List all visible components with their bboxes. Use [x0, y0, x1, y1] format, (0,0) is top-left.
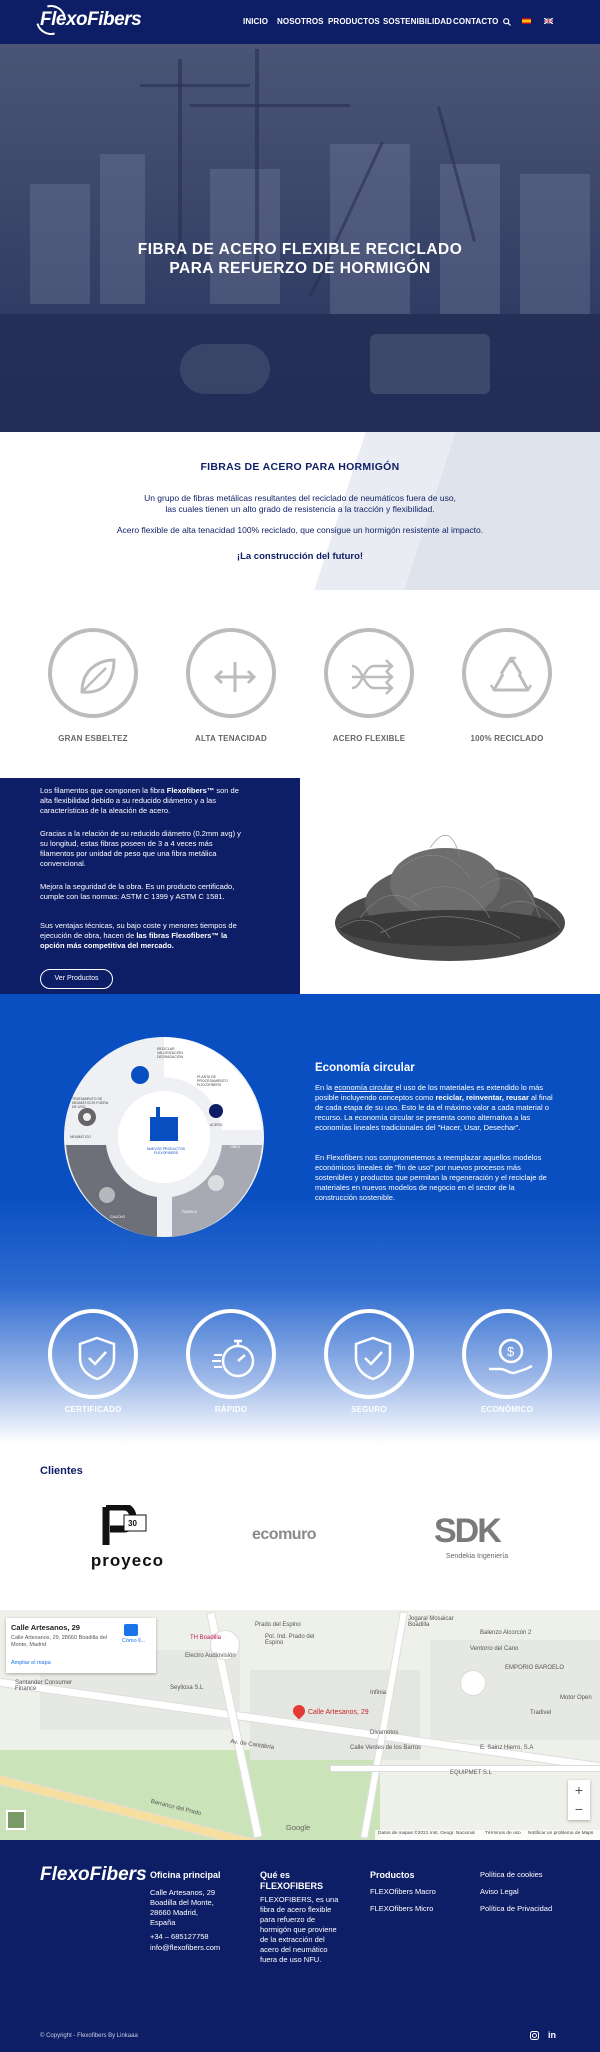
footer-copyright: © Copyright - Flexofibers By Linkaaa	[40, 2033, 138, 2039]
zoom-in-icon[interactable]: +	[568, 1782, 590, 1798]
location-map[interactable]: Prado del Espino Pol. Ind. Prado del Esp…	[0, 1610, 600, 1840]
economy-heading: Economía circular	[315, 1062, 415, 1074]
recycle-icon	[462, 628, 552, 718]
map-report-link[interactable]: Notificar un problema de Maps	[528, 1831, 593, 1836]
brand-logo[interactable]: FlexoFibers	[30, 0, 142, 41]
hero-banner: FIBRA DE ACERO FLEXIBLE RECICLADO PARA R…	[0, 44, 600, 432]
products-button[interactable]: Ver Productos	[40, 969, 113, 989]
client-logo-proyeco: 30 proyeco	[80, 1503, 175, 1575]
flag-en-icon[interactable]	[544, 18, 553, 24]
client-logo-sdk: SDK Sendekia Ingeniería	[434, 1512, 509, 1560]
flag-es-icon[interactable]	[522, 18, 531, 24]
footer-office-heading: Oficina principal	[150, 1870, 221, 1880]
about-paragraph-3: Mejora la seguridad de la obra. Es un pr…	[40, 882, 235, 901]
intro-section: FIBRAS DE ACERO PARA HORMIGÓN Un grupo d…	[0, 432, 600, 590]
footer-what-text: FLEXOFIBERS, es una fibra de acero flexi…	[260, 1895, 339, 1964]
footer-product-micro[interactable]: FLEXOfibers Micro	[370, 1904, 433, 1914]
economy-paragraph-2: En Flexofibers nos comprometemos a reemp…	[315, 1153, 547, 1202]
satellite-toggle[interactable]	[6, 1810, 26, 1830]
feature-label-esbeltez: GRAN ESBELTEZ	[58, 734, 128, 743]
footer-products-heading: Productos	[370, 1870, 415, 1880]
leaf-icon	[48, 628, 138, 718]
economy-paragraph-1: En la economía circular el uso de los ma…	[315, 1083, 553, 1132]
zoom-out-icon[interactable]: −	[568, 1801, 590, 1817]
map-terms-link[interactable]: Términos de uso	[485, 1831, 521, 1836]
clients-heading: Clientes	[40, 1465, 83, 1477]
footer-office-address: Calle Artesanos, 29 Boadilla del Monte, 28…	[150, 1888, 216, 1927]
footer-email[interactable]: info@flexofibers.com	[150, 1943, 220, 1953]
footer-phone[interactable]: +34 – 685127758	[150, 1932, 209, 1942]
about-paragraph-2: Gracias a la relación de su reducido diá…	[40, 829, 241, 868]
hero-title: FIBRA DE ACERO FLEXIBLE RECICLADO PARA R…	[137, 241, 463, 277]
benefit-label-certificado: CERTIFICADO	[64, 1405, 122, 1414]
about-paragraph-1: Los filamentos que componen la fibra Fle…	[40, 786, 239, 815]
benefit-label-economico: ECONÓMICO	[480, 1405, 534, 1414]
client-logo-ecomuro: ecomuro	[252, 1526, 317, 1543]
nav-productos[interactable]: PRODUCTOS	[328, 17, 380, 26]
intro-heading: FIBRAS DE ACERO PARA HORMIGÓN	[200, 461, 400, 473]
nav-inicio[interactable]: INICIO	[243, 17, 268, 26]
money-hand-icon: $	[462, 1309, 552, 1399]
footer-legal-link[interactable]: Aviso Legal	[480, 1887, 519, 1897]
site-header: FlexoFibers INICIO NOSOTROS PRODUCTOS SO…	[0, 0, 600, 44]
search-icon[interactable]	[503, 18, 511, 26]
footer-privacy-link[interactable]: Política de Privacidad	[480, 1904, 552, 1914]
intro-paragraph-2: Acero flexible de alta tenacidad 100% re…	[116, 525, 484, 535]
footer-product-macro[interactable]: FLEXOfibers Macro	[370, 1887, 436, 1897]
map-info-card: Calle Artesanos, 29 Calle Artesanos, 29,…	[6, 1618, 156, 1673]
about-paragraph-4: Sus ventajas técnicas, su bajo coste y m…	[40, 921, 237, 950]
stopwatch-icon	[186, 1309, 276, 1399]
map-pin-label: Calle Artesanos, 29	[308, 1709, 369, 1716]
arrows-outward-icon	[186, 628, 276, 718]
steel-fibers-image	[300, 778, 600, 994]
nav-contacto[interactable]: CONTACTO	[453, 17, 498, 26]
intro-tagline: ¡La construcción del futuro!	[236, 551, 364, 562]
shield-check-icon	[324, 1309, 414, 1399]
intro-paragraph-1: Un grupo de fibras metálicas resultantes…	[144, 493, 456, 514]
benefit-label-seguro: SEGURO	[351, 1405, 387, 1414]
instagram-icon[interactable]	[530, 2031, 539, 2040]
benefit-label-rapido: RÁPIDO	[214, 1405, 248, 1414]
nav-nosotros[interactable]: NOSOTROS	[277, 17, 324, 26]
flow-arrows-icon	[324, 628, 414, 718]
footer-what-heading: Qué es FLEXOFIBERS	[260, 1870, 324, 1891]
footer-logo[interactable]: FlexoFibers	[40, 1864, 147, 1886]
circular-economy-diagram: RECICLAR VALORIZACIÓN DEGRADACIÓN PLANTA…	[62, 1035, 267, 1240]
linkedin-icon[interactable]: in	[548, 2030, 556, 2040]
feature-label-tenacidad: ALTA TENACIDAD	[195, 734, 267, 743]
map-enlarge-link[interactable]: Ampliar el mapa	[11, 1660, 51, 1666]
shield-check-icon	[48, 1309, 138, 1399]
feature-label-reciclado: 100% RECICLADO	[470, 734, 544, 743]
directions-icon[interactable]	[124, 1624, 138, 1636]
google-logo: Google	[286, 1823, 311, 1832]
footer-cookies-link[interactable]: Política de cookies	[480, 1870, 543, 1880]
feature-label-flexible: ACERO FLEXIBLE	[332, 734, 406, 743]
nav-sostenibilidad[interactable]: SOSTENIBILIDAD	[383, 17, 452, 26]
svg-text:$: $	[507, 1344, 515, 1359]
map-zoom-controls[interactable]: + −	[568, 1780, 590, 1820]
economy-link[interactable]: economía circular	[334, 1083, 393, 1092]
